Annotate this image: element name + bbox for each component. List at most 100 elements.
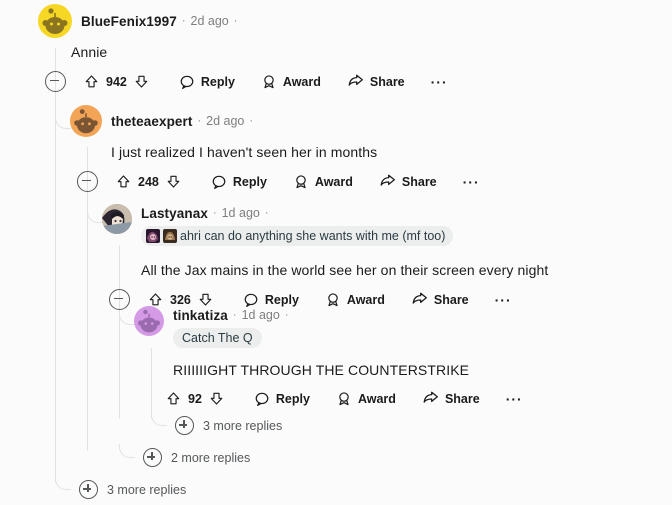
comment-author[interactable]: theteaexpert [111, 114, 192, 129]
comment-author[interactable]: Lastyanax [141, 206, 208, 221]
comment-BlueFenix1997: BlueFenix1997 · 2d ago · Annie 942 Reply… [38, 4, 448, 92]
overflow-menu-button[interactable]: ··· [506, 392, 523, 406]
downvote-icon[interactable] [166, 174, 181, 189]
thread-elbow-depth-4 [119, 310, 135, 325]
overflow-menu-button[interactable]: ··· [431, 75, 448, 89]
more-replies-depth-4[interactable]: 3 more replies [175, 416, 282, 435]
vote-group: 326 [148, 292, 213, 307]
avatar[interactable] [102, 204, 132, 234]
comment-Lastyanax: Lastyanax · 1d ago · ahri can do anythin… [102, 204, 548, 310]
thread-elbow-more-replies-3 [55, 476, 71, 490]
vote-score: 92 [188, 391, 202, 406]
upvote-icon[interactable] [166, 391, 181, 406]
award-icon [296, 174, 306, 188]
comment-bubble-icon [212, 175, 226, 189]
award-button[interactable]: Award [261, 74, 321, 90]
more-replies-label: 3 more replies [107, 482, 187, 497]
comment-tinkatiza: tinkatiza · 1d ago · Catch The Q RIIIIII… [134, 306, 523, 407]
reply-label: Reply [232, 174, 267, 189]
comment-thread-page: BlueFenix1997 · 2d ago · Annie 942 Reply… [0, 0, 672, 505]
share-icon [348, 74, 363, 86]
downvote-icon[interactable] [134, 74, 149, 89]
comment-bubble-icon [180, 75, 194, 89]
user-flair-text: Catch The Q [182, 331, 253, 345]
reply-label: Reply [275, 391, 310, 406]
flair-emoji-ahri-icon [146, 229, 160, 243]
award-label: Award [346, 292, 385, 307]
separator-dot: · [233, 14, 238, 27]
share-label: Share [444, 391, 480, 406]
comment-body: RIIIIIIGHT THROUGH THE COUNTERSTRIKE [173, 362, 470, 378]
thread-elbow-depth-2 [55, 114, 71, 129]
comment-body: All the Jax mains in the world see her o… [141, 262, 549, 278]
separator-dot: · [212, 206, 217, 219]
vote-score: 248 [138, 174, 159, 189]
avatar[interactable] [38, 4, 72, 38]
snoo-icon [138, 309, 160, 333]
vote-group: 942 [84, 74, 149, 89]
upvote-icon[interactable] [116, 174, 131, 189]
reply-label: Reply [200, 74, 235, 89]
downvote-icon[interactable] [198, 292, 213, 307]
more-replies-depth-2[interactable]: 3 more replies [79, 480, 186, 499]
downvote-icon[interactable] [209, 391, 224, 406]
award-button[interactable]: Award [293, 174, 353, 190]
comment-theteaexpert: theteaexpert · 2d ago · I just realized … [70, 105, 480, 192]
comment-timestamp: 1d ago [221, 206, 260, 220]
upvote-icon[interactable] [84, 74, 99, 89]
share-button[interactable]: Share [379, 173, 437, 190]
reply-button[interactable]: Reply [254, 391, 310, 407]
user-flair[interactable]: Catch The Q [173, 328, 262, 348]
separator-dot: · [197, 114, 202, 127]
overflow-menu-button[interactable]: ··· [495, 293, 512, 307]
award-label: Award [357, 391, 396, 406]
share-button[interactable]: Share [347, 73, 405, 90]
comment-timestamp: 1d ago [241, 308, 280, 322]
separator-dot: · [232, 308, 237, 321]
upvote-icon[interactable] [148, 292, 163, 307]
comment-author[interactable]: tinkatiza [173, 308, 228, 323]
avatar[interactable] [134, 306, 164, 336]
thread-line-depth-2 [87, 147, 88, 451]
comment-bubble-icon [255, 392, 269, 406]
plus-icon [79, 480, 98, 499]
user-flair[interactable]: ahri can do anything she wants with me (… [141, 226, 454, 246]
comment-actions: 248 Reply Award Share ··· [70, 171, 480, 192]
comment-timestamp: 2d ago [206, 114, 245, 128]
collapse-comment-button[interactable] [45, 71, 66, 92]
share-icon [380, 174, 395, 186]
separator-dot: · [181, 14, 186, 27]
share-icon [423, 391, 438, 403]
comment-body: I just realized I haven't seen her in mo… [111, 144, 378, 160]
award-button[interactable]: Award [336, 391, 396, 407]
comment-timestamp: 2d ago [190, 14, 229, 28]
comment-actions: 942 Reply Award Share ··· [38, 71, 448, 92]
vote-group: 248 [116, 174, 181, 189]
avatar[interactable] [70, 105, 102, 137]
share-button[interactable]: Share [422, 390, 480, 407]
overflow-menu-button[interactable]: ··· [463, 175, 480, 189]
more-replies-label: 2 more replies [171, 450, 251, 465]
thread-elbow-more-replies-2 [119, 444, 135, 458]
comment-author[interactable]: BlueFenix1997 [81, 14, 177, 29]
vote-score: 942 [106, 74, 127, 89]
separator-dot: · [249, 114, 254, 127]
more-replies-depth-3[interactable]: 2 more replies [143, 448, 250, 467]
comment-body: Annie [71, 44, 108, 60]
comment-header: theteaexpert · 2d ago · [70, 105, 480, 137]
award-label: Award [314, 174, 353, 189]
reply-label: Reply [264, 292, 299, 307]
reply-button[interactable]: Reply [179, 74, 235, 90]
reply-button[interactable]: Reply [211, 174, 267, 190]
separator-dot: · [264, 206, 269, 219]
collapse-comment-button[interactable] [77, 171, 98, 192]
collapse-comment-button[interactable] [109, 289, 130, 310]
comment-header: BlueFenix1997 · 2d ago · [38, 4, 448, 38]
flair-emoji-champion-icon [163, 229, 177, 243]
comment-header: tinkatiza · 1d ago · [173, 306, 294, 324]
user-photo-icon [102, 204, 132, 234]
more-replies-label: 3 more replies [203, 418, 283, 433]
award-icon [339, 391, 349, 405]
share-label: Share [433, 292, 469, 307]
user-flair-text: ahri can do anything she wants with me (… [180, 229, 446, 243]
